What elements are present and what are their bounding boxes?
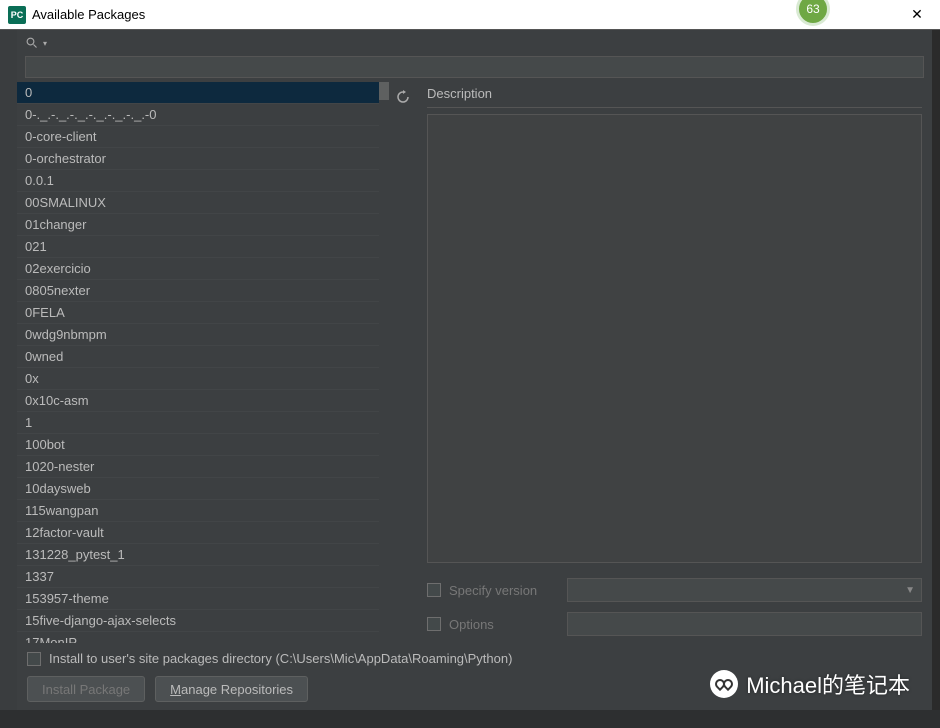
- list-item[interactable]: 100bot: [17, 434, 389, 456]
- list-item[interactable]: 0x: [17, 368, 389, 390]
- background-sidebar: [0, 30, 17, 728]
- list-item[interactable]: 1337: [17, 566, 389, 588]
- list-item[interactable]: 0-._.-._.-._.-._.-._.-._.-0: [17, 104, 389, 126]
- search-row: ▾: [17, 30, 932, 56]
- list-item[interactable]: 10daysweb: [17, 478, 389, 500]
- package-list-container: 00-._.-._.-._.-._.-._.-._.-00-core-clien…: [17, 82, 389, 643]
- list-item[interactable]: 12factor-vault: [17, 522, 389, 544]
- list-item[interactable]: 0FELA: [17, 302, 389, 324]
- list-item[interactable]: 01changer: [17, 214, 389, 236]
- specify-version-checkbox[interactable]: [427, 583, 441, 597]
- refresh-column: [389, 82, 417, 643]
- install-user-label: Install to user's site packages director…: [49, 651, 512, 666]
- options-input[interactable]: [567, 612, 922, 636]
- dialog-content: ▾ 00-._.-._.-._.-._.-._.-._.-00-core-cli…: [17, 30, 932, 710]
- watermark-text: Michael的笔记本: [746, 668, 910, 700]
- description-box: [427, 114, 922, 563]
- list-item[interactable]: 0805nexter: [17, 280, 389, 302]
- options-checkbox[interactable]: [427, 617, 441, 631]
- chevron-down-icon: ▼: [905, 585, 915, 596]
- scrollbar-thumb[interactable]: [379, 82, 389, 100]
- specify-version-label: Specify version: [449, 583, 559, 598]
- list-item[interactable]: 0wdg9nbmpm: [17, 324, 389, 346]
- install-user-checkbox[interactable]: [27, 652, 41, 666]
- watermark: Michael的笔记本: [710, 668, 910, 700]
- refresh-icon: [395, 89, 411, 105]
- list-item[interactable]: 17MonIP: [17, 632, 389, 643]
- wechat-icon: [710, 670, 738, 698]
- install-package-button[interactable]: Install Package: [27, 676, 145, 702]
- package-list[interactable]: 00-._.-._.-._.-._.-._.-._.-00-core-clien…: [17, 82, 389, 643]
- background-footer: [0, 710, 940, 728]
- window-title: Available Packages: [32, 7, 145, 22]
- install-user-row: Install to user's site packages director…: [27, 651, 922, 666]
- close-button[interactable]: ✕: [902, 0, 932, 30]
- list-item[interactable]: 021: [17, 236, 389, 258]
- search-icon: [25, 36, 39, 50]
- list-item[interactable]: 0: [17, 82, 389, 104]
- main-split: 00-._.-._.-._.-._.-._.-._.-00-core-clien…: [17, 82, 932, 643]
- scrollbar-track[interactable]: [379, 82, 389, 643]
- list-item[interactable]: 131228_pytest_1: [17, 544, 389, 566]
- list-item[interactable]: 00SMALINUX: [17, 192, 389, 214]
- list-item[interactable]: 0-orchestrator: [17, 148, 389, 170]
- refresh-button[interactable]: [392, 86, 414, 108]
- app-icon: PC: [8, 6, 26, 24]
- list-item[interactable]: 1: [17, 412, 389, 434]
- right-panel: Description Specify version ▼ Options: [417, 82, 932, 643]
- list-item[interactable]: 1020-nester: [17, 456, 389, 478]
- list-item[interactable]: 0x10c-asm: [17, 390, 389, 412]
- list-item[interactable]: 153957-theme: [17, 588, 389, 610]
- list-item[interactable]: 0.0.1: [17, 170, 389, 192]
- version-combo[interactable]: ▼: [567, 578, 922, 602]
- list-item[interactable]: 02exercicio: [17, 258, 389, 280]
- options-row: Options: [427, 609, 922, 639]
- manage-mnemonic: M: [170, 682, 181, 697]
- description-label: Description: [427, 86, 922, 108]
- list-item[interactable]: 0wned: [17, 346, 389, 368]
- specify-version-row: Specify version ▼: [427, 575, 922, 605]
- search-dropdown-icon[interactable]: ▾: [43, 39, 47, 48]
- list-item[interactable]: 15five-django-ajax-selects: [17, 610, 389, 632]
- manage-repositories-button[interactable]: Manage Repositories: [155, 676, 308, 702]
- manage-rest: anage Repositories: [181, 682, 293, 697]
- options-label: Options: [449, 617, 559, 632]
- list-item[interactable]: 0-core-client: [17, 126, 389, 148]
- search-input[interactable]: [25, 56, 924, 78]
- list-item[interactable]: 115wangpan: [17, 500, 389, 522]
